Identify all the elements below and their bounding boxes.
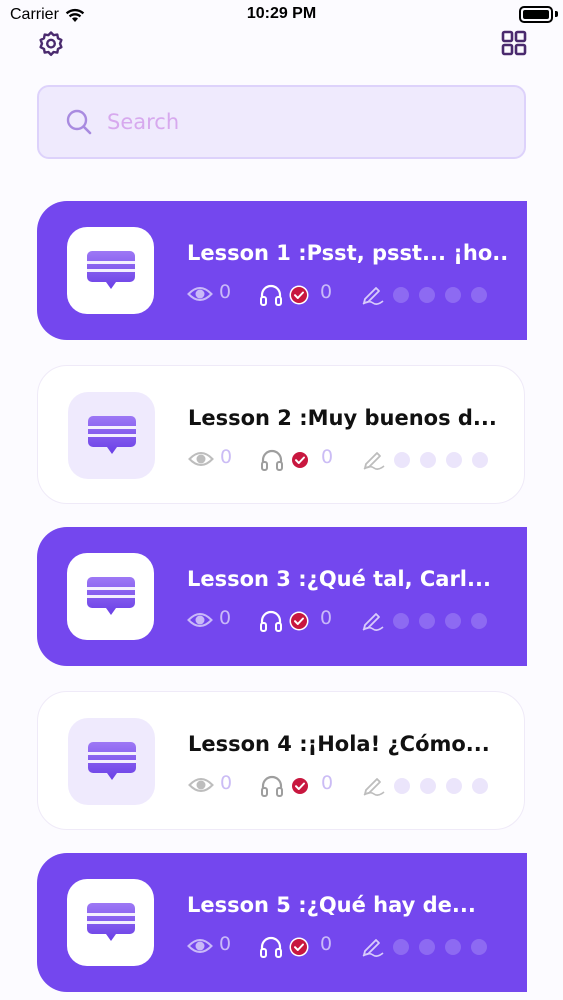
views-count: 0	[219, 281, 232, 303]
search-bar[interactable]	[37, 85, 526, 159]
progress-dot	[420, 778, 436, 794]
progress-dot	[394, 778, 410, 794]
check-badge-icon	[290, 450, 310, 470]
lesson-thumbnail	[67, 553, 154, 640]
grid-view-icon[interactable]	[500, 29, 528, 57]
progress-dot	[393, 287, 409, 303]
chat-bubble-icon	[86, 902, 135, 941]
lesson-stats: 0 0	[187, 933, 507, 961]
eye-icon	[187, 287, 213, 301]
lesson-card[interactable]: Lesson 3 :¿Qué tal, Carl... 0 0	[37, 527, 527, 666]
lesson-card[interactable]: Lesson 2 :Muy buenos d... 0 0	[37, 365, 525, 504]
views-count: 0	[220, 772, 233, 794]
chat-bubble-icon	[86, 576, 135, 615]
lesson-thumbnail	[67, 227, 154, 314]
status-time: 10:29 PM	[246, 5, 317, 22]
views-count: 0	[220, 446, 233, 468]
lesson-stats: 0 0	[188, 446, 508, 474]
check-badge-icon	[289, 611, 309, 631]
audio-count: 0	[320, 281, 333, 303]
headphones-icon	[260, 610, 282, 632]
chat-bubble-icon	[86, 250, 135, 289]
progress-dot	[419, 939, 435, 955]
progress-dot	[445, 613, 461, 629]
search-icon	[66, 109, 92, 135]
audio-count: 0	[320, 607, 333, 629]
status-bar: Carrier 10:29 PM	[0, 0, 563, 30]
pen-writing-icon	[362, 939, 384, 957]
progress-dot	[445, 287, 461, 303]
eye-icon	[187, 613, 213, 627]
progress-dot	[445, 939, 461, 955]
lesson-title: Lesson 1 :Psst, psst... ¡ho...	[187, 241, 507, 265]
lesson-stats: 0 0	[187, 281, 507, 309]
progress-dot	[420, 452, 436, 468]
progress-dot	[471, 939, 487, 955]
pen-writing-icon	[363, 778, 385, 796]
views-count: 0	[219, 933, 232, 955]
progress-dot	[393, 613, 409, 629]
progress-dot	[419, 287, 435, 303]
lesson-stats: 0 0	[188, 772, 508, 800]
eye-icon	[188, 452, 214, 466]
lesson-title: Lesson 4 :¡Hola! ¿Cómo...	[188, 732, 490, 756]
headphones-icon	[260, 284, 282, 306]
headphones-icon	[260, 936, 282, 958]
progress-dot	[419, 613, 435, 629]
progress-dot	[446, 778, 462, 794]
lesson-card[interactable]: Lesson 4 :¡Hola! ¿Cómo... 0 0	[37, 691, 525, 830]
audio-count: 0	[321, 446, 334, 468]
lesson-card[interactable]: Lesson 5 :¿Qué hay de... 0 0	[37, 853, 527, 992]
lesson-title: Lesson 2 :Muy buenos d...	[188, 406, 497, 430]
eye-icon	[187, 939, 213, 953]
audio-count: 0	[320, 933, 333, 955]
lesson-stats: 0 0	[187, 607, 507, 635]
pen-writing-icon	[362, 287, 384, 305]
gear-icon[interactable]	[37, 30, 65, 58]
progress-dot	[472, 452, 488, 468]
views-count: 0	[219, 607, 232, 629]
pen-writing-icon	[363, 452, 385, 470]
check-badge-icon	[289, 285, 309, 305]
lesson-thumbnail	[67, 879, 154, 966]
pen-writing-icon	[362, 613, 384, 631]
headphones-icon	[261, 449, 283, 471]
lesson-thumbnail	[68, 392, 155, 479]
battery-cap	[555, 11, 558, 17]
eye-icon	[188, 778, 214, 792]
progress-dot	[471, 287, 487, 303]
progress-dot	[393, 939, 409, 955]
progress-dot	[471, 613, 487, 629]
lesson-title: Lesson 3 :¿Qué tal, Carl...	[187, 567, 491, 591]
check-badge-icon	[290, 776, 310, 796]
headphones-icon	[261, 775, 283, 797]
lesson-title: Lesson 5 :¿Qué hay de...	[187, 893, 476, 917]
audio-count: 0	[321, 772, 334, 794]
chat-bubble-icon	[87, 415, 136, 454]
progress-dot	[472, 778, 488, 794]
search-input[interactable]	[107, 110, 487, 134]
check-badge-icon	[289, 937, 309, 957]
progress-dot	[446, 452, 462, 468]
battery-icon	[519, 6, 553, 23]
lesson-card[interactable]: Lesson 1 :Psst, psst... ¡ho... 0 0	[37, 201, 527, 340]
chat-bubble-icon	[87, 741, 136, 780]
lesson-thumbnail	[68, 718, 155, 805]
progress-dot	[394, 452, 410, 468]
